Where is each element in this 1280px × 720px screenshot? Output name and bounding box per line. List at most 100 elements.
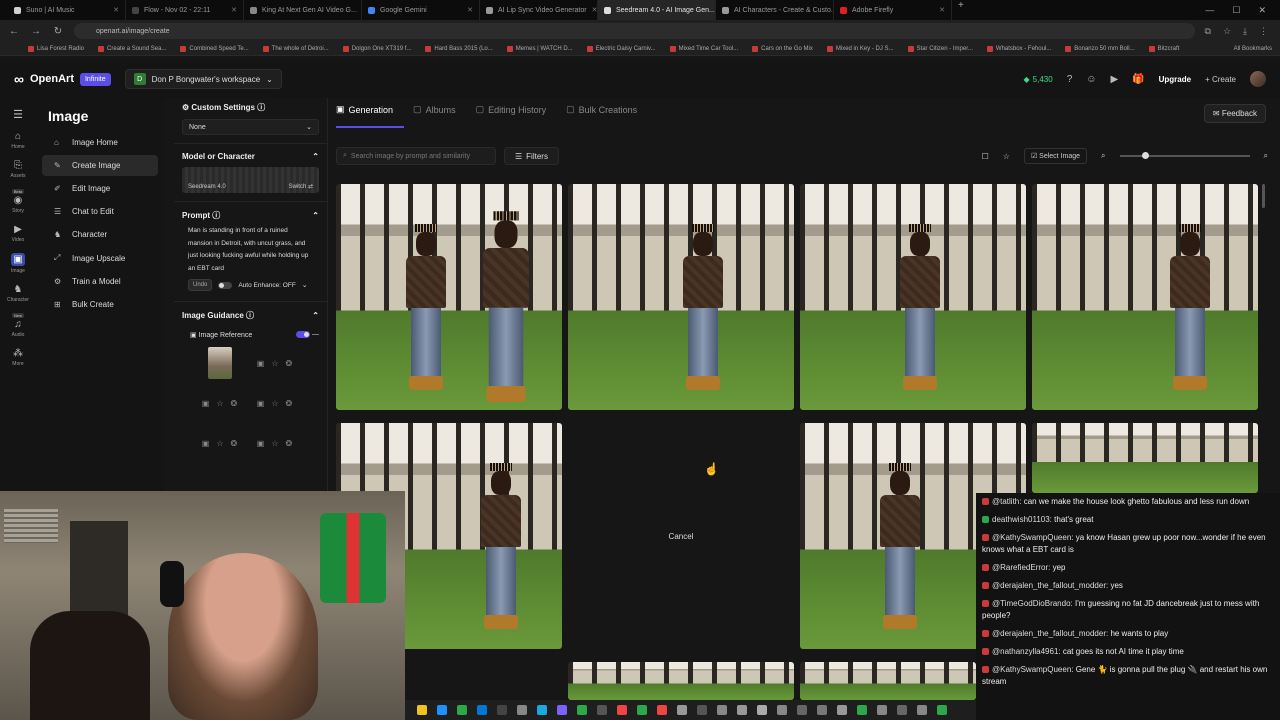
generated-image[interactable] — [1032, 184, 1258, 410]
forward-icon[interactable]: → — [30, 26, 42, 37]
nav-item-edit-image[interactable]: ✐ Edit Image — [42, 178, 158, 199]
tab-albums[interactable]: ▢ Albums — [413, 104, 456, 115]
taskbar-app-icon[interactable] — [717, 705, 727, 715]
url-field[interactable]: openart.ai/image/create — [74, 23, 1195, 39]
browser-tab[interactable]: Suno | AI Music ✕ — [8, 0, 126, 20]
download-icon[interactable]: ⤓ — [1243, 26, 1247, 37]
browser-tab[interactable]: Flow - Nov 02 - 22:11 ✕ — [126, 0, 244, 20]
taskbar-app-icon[interactable] — [797, 705, 807, 715]
rail-item-video[interactable]: ▶ Video — [0, 224, 36, 243]
taskbar-app-icon[interactable] — [917, 705, 927, 715]
select-image-button[interactable]: ☑ Select Image — [1023, 148, 1088, 164]
bookmark-star-icon[interactable]: ☆ — [1223, 26, 1231, 37]
bookmark-item[interactable]: Bitzcraft — [1148, 45, 1179, 52]
tab-close-icon[interactable]: ✕ — [467, 6, 473, 14]
browser-tab[interactable]: Adobe Firefly ✕ — [834, 0, 952, 20]
minimize-icon[interactable]: — — [1205, 5, 1214, 15]
taskbar-app-icon[interactable] — [577, 705, 587, 715]
taskbar-app-icon[interactable] — [697, 705, 707, 715]
rail-item-assets[interactable]: ⎘ Assets — [0, 160, 36, 179]
menu-icon[interactable]: ⋮ — [1259, 26, 1268, 37]
favorite-star-icon[interactable]: ☆ — [1003, 152, 1010, 161]
search-input[interactable]: ⌕ Search image by prompt and similarity — [336, 147, 496, 165]
reference-slot[interactable]: ▣ ☆ ❂ — [192, 423, 247, 463]
browser-tab[interactable]: AI Characters - Create & Custo...✕ — [716, 0, 834, 20]
browser-tab[interactable]: AI Lip Sync Video Generator ✕ — [480, 0, 598, 20]
browser-tab[interactable]: Seedream 4.0 - AI Image Gen...✕ — [598, 0, 716, 20]
taskbar-app-icon[interactable] — [477, 705, 487, 715]
bookmark-item[interactable]: Mixed in Key - DJ S... — [826, 45, 894, 52]
bookmark-item[interactable]: Lisa Forest Radio — [28, 45, 84, 52]
taskbar-app-icon[interactable] — [497, 705, 507, 715]
bookmark-item[interactable]: Mixed Time Car Tool... — [669, 45, 738, 52]
zoom-in-icon[interactable]: ⌕ — [1264, 151, 1268, 161]
filters-button[interactable]: ☰ Filters — [504, 147, 559, 165]
cancel-button[interactable]: Cancel — [669, 532, 694, 541]
taskbar-app-icon[interactable] — [897, 705, 907, 715]
nav-item-train-a-model[interactable]: ⚙ Train a Model — [42, 271, 158, 292]
reference-slot-filled[interactable] — [192, 343, 247, 383]
bookmark-item[interactable]: Create a Sound Sea... — [98, 45, 166, 52]
generated-image[interactable] — [568, 662, 794, 700]
reference-slot[interactable]: ▣ ☆ ❂ — [247, 423, 302, 463]
taskbar-app-icon[interactable] — [817, 705, 827, 715]
tab-close-icon[interactable]: ✕ — [939, 6, 945, 14]
auto-enhance-label[interactable]: Auto Enhance: OFF — [238, 282, 295, 289]
model-card[interactable]: Seedream 4.0 Switch ⇄ — [182, 167, 319, 193]
rail-item-character[interactable]: ♞ Character — [0, 284, 36, 303]
maximize-icon[interactable]: ☐ — [1232, 5, 1240, 16]
taskbar-app-icon[interactable] — [837, 705, 847, 715]
rail-item-story[interactable]: Beta ◉ Story — [0, 189, 36, 214]
workspace-selector[interactable]: D Don P Bongwater's workspace ⌄ — [124, 69, 282, 89]
taskbar-app-icon[interactable] — [557, 705, 567, 715]
bookmark-item[interactable]: Cars on the Go Mix — [752, 45, 813, 52]
nav-item-character[interactable]: ♞ Character — [42, 224, 158, 245]
gift-icon[interactable]: 🎁 — [1132, 74, 1144, 85]
taskbar-app-icon[interactable] — [737, 705, 747, 715]
custom-settings-select[interactable]: None ⌄ — [182, 119, 319, 135]
taskbar-app-icon[interactable] — [677, 705, 687, 715]
model-header[interactable]: Model or Character ⌃ — [182, 152, 319, 161]
grid-scrollbar[interactable] — [1262, 184, 1265, 208]
image-reference-toggle[interactable] — [296, 331, 311, 339]
taskbar-app-icon[interactable] — [777, 705, 787, 715]
rail-item-image[interactable]: ▣ Image — [0, 253, 36, 274]
taskbar-app-icon[interactable] — [857, 705, 867, 715]
bookmark-item[interactable]: Whatsbox - Fehoul... — [986, 45, 1051, 52]
auto-enhance-toggle[interactable] — [218, 281, 233, 289]
reference-slot[interactable]: ▣ ☆ ❂ — [192, 383, 247, 423]
discord-icon[interactable]: ☺ — [1086, 74, 1096, 85]
taskbar-app-icon[interactable] — [657, 705, 667, 715]
taskbar-app-icon[interactable] — [437, 705, 447, 715]
feedback-button[interactable]: ✉ Feedback — [1203, 104, 1266, 123]
grid-view-icon[interactable]: ☐ — [982, 152, 989, 161]
zoom-slider[interactable] — [1119, 152, 1250, 159]
nav-item-bulk-create[interactable]: ⊞ Bulk Create — [42, 294, 158, 315]
undo-button[interactable]: Undo — [188, 279, 213, 291]
taskbar-app-icon[interactable] — [517, 705, 527, 715]
bookmark-item[interactable]: Dolgon One XT319 f... — [342, 45, 411, 52]
rail-item-home[interactable]: ⌂ Home — [0, 131, 36, 150]
taskbar-app-icon[interactable] — [617, 705, 627, 715]
taskbar-app-icon[interactable] — [877, 705, 887, 715]
close-icon[interactable]: ✕ — [1258, 5, 1266, 16]
generated-image[interactable] — [800, 184, 1026, 410]
upgrade-button[interactable]: Upgrade — [1159, 75, 1191, 84]
zoom-out-icon[interactable]: ⌕ — [1101, 151, 1105, 161]
bookmark-item[interactable]: The whole of Detroi... — [262, 45, 329, 52]
new-tab-icon[interactable]: + — [952, 0, 970, 20]
taskbar-app-icon[interactable] — [597, 705, 607, 715]
taskbar-app-icon[interactable] — [537, 705, 547, 715]
bookmark-item[interactable]: Combined Speed Te... — [180, 45, 249, 52]
guidance-header[interactable]: Image Guidance ⓘ ⌃ — [182, 310, 319, 321]
browser-tab[interactable]: Google Gemini ✕ — [362, 0, 480, 20]
all-bookmarks-link[interactable]: All Bookmarks — [1234, 46, 1280, 52]
tab-close-icon[interactable]: ✕ — [231, 6, 237, 14]
user-avatar[interactable] — [1250, 71, 1266, 87]
tab-close-icon[interactable]: ✕ — [113, 6, 119, 14]
extension-icon[interactable]: ⧉ — [1205, 26, 1211, 37]
tab-close-icon[interactable]: ✕ — [592, 6, 597, 14]
tab-generation[interactable]: ▣ Generation — [336, 104, 393, 115]
hamburger-icon[interactable]: ☰ — [0, 108, 36, 121]
rail-item-audio[interactable]: New ♫ Audio — [0, 313, 36, 338]
